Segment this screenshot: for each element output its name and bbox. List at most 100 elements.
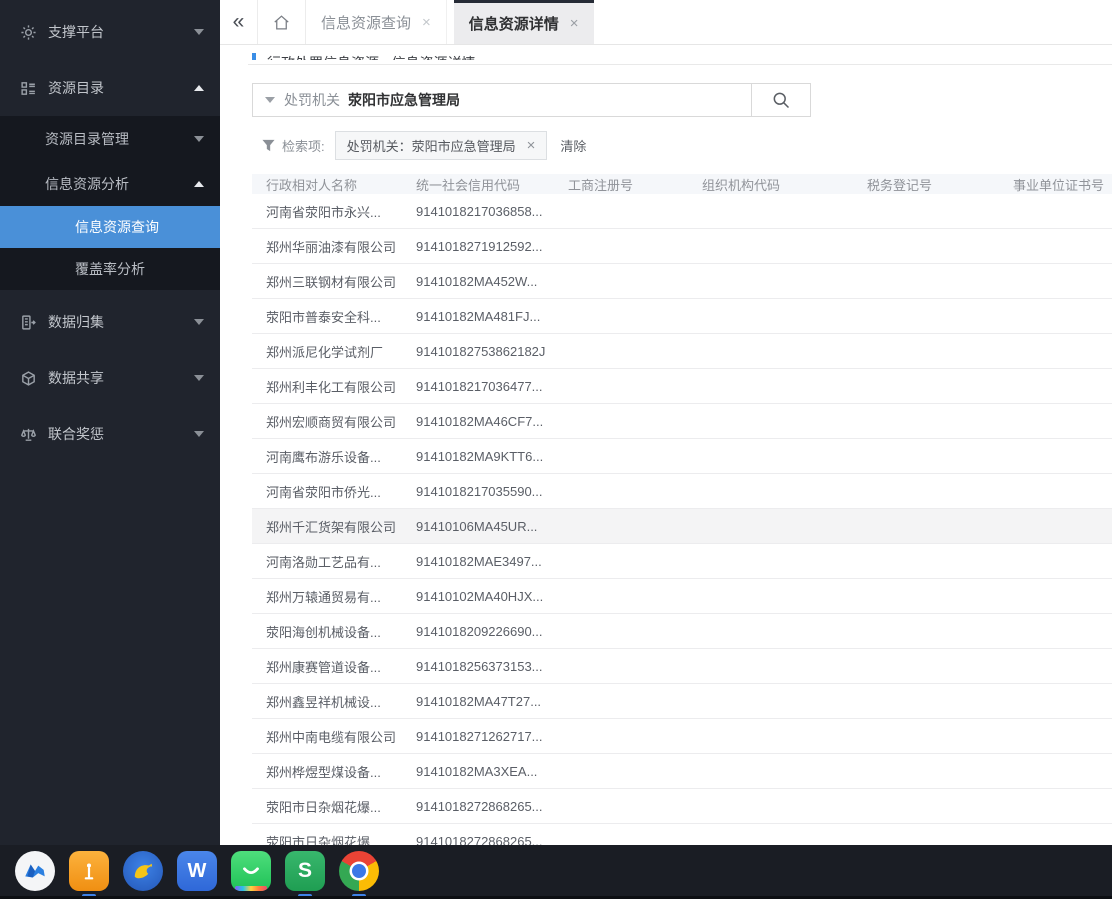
table-row[interactable]: 郑州康赛管道设备... 9141018256373153... bbox=[252, 649, 1112, 684]
table-row[interactable]: 郑州利丰化工有限公司 9141018217036477... bbox=[252, 369, 1112, 404]
scales-icon bbox=[20, 426, 37, 443]
catalog-icon bbox=[20, 80, 37, 97]
sidebar-submenu-catalog: 资源目录管理 信息资源分析 信息资源查询 覆盖率分析 bbox=[0, 116, 220, 290]
table-row[interactable]: 郑州中南电缆有限公司 9141018271262717... bbox=[252, 719, 1112, 754]
home-tab-button[interactable] bbox=[258, 0, 306, 44]
table-row[interactable]: 河南洛勋工艺品有... 91410182MAE3497... bbox=[252, 544, 1112, 579]
table-row[interactable]: 郑州三联钢材有限公司 91410182MA452W... bbox=[252, 264, 1112, 299]
sidebar-item-catalog[interactable]: 资源目录 bbox=[0, 60, 220, 116]
cell-code: 91410106MA45UR... bbox=[416, 518, 538, 534]
table-row[interactable]: 河南省荥阳市永兴... 9141018217036858... bbox=[252, 194, 1112, 229]
table-row[interactable]: 荥阳海创机械设备... 9141018209226690... bbox=[252, 614, 1112, 649]
sidebar-item-info-analysis[interactable]: 信息资源分析 bbox=[0, 161, 220, 206]
cell-code: 91410182MA46CF7... bbox=[416, 413, 544, 429]
data-share-icon bbox=[20, 370, 37, 387]
title-accent-bar bbox=[252, 53, 256, 60]
collapse-icon: « bbox=[232, 10, 245, 33]
s-app-icon[interactable]: S bbox=[285, 851, 325, 898]
cell-code: 91410182753862182J bbox=[416, 343, 546, 359]
cell-code: 91410182MAE3497... bbox=[416, 553, 542, 569]
cell-name: 郑州三联钢材有限公司 bbox=[266, 274, 397, 290]
cell-code: 91410182MA47T27... bbox=[416, 693, 542, 709]
table-row[interactable]: 河南省荥阳市侨光... 9141018217035590... bbox=[252, 474, 1112, 509]
main-panel: « 信息资源查询 × 信息资源详情 × 行政处罚信息资源 - 信息资源详情 bbox=[220, 0, 1112, 866]
cell-name: 郑州宏顺商贸有限公司 bbox=[266, 414, 397, 430]
table-row[interactable]: 郑州桦煜型煤设备... 91410182MA3XEA... bbox=[252, 754, 1112, 789]
tab-info-detail[interactable]: 信息资源详情 × bbox=[453, 0, 594, 44]
wps-writer-icon[interactable]: W bbox=[177, 851, 217, 891]
sidebar-item-platform[interactable]: 支撑平台 bbox=[0, 4, 220, 60]
table-row[interactable]: 郑州万辕通贸易有... 91410102MA40HJX... bbox=[252, 579, 1112, 614]
chevron-down-icon bbox=[194, 29, 204, 35]
browser-leopard-icon[interactable] bbox=[123, 851, 163, 891]
sidebar-item-label: 信息资源查询 bbox=[75, 219, 159, 235]
table-row[interactable]: 郑州鑫昱祥机械设... 91410182MA47T27... bbox=[252, 684, 1112, 719]
tab-bar: « 信息资源查询 × 信息资源详情 × bbox=[220, 0, 1112, 45]
sidebar-item-catalog-mgmt[interactable]: 资源目录管理 bbox=[0, 116, 220, 161]
table-row[interactable]: 荥阳市普泰安全科... 91410182MA481FJ... bbox=[252, 299, 1112, 334]
search-row: 处罚机关 荥阳市应急管理局 bbox=[252, 83, 1112, 117]
table-row[interactable]: 郑州宏顺商贸有限公司 91410182MA46CF7... bbox=[252, 404, 1112, 439]
table-row[interactable]: 郑州派尼化学试剂厂 91410182753862182J bbox=[252, 334, 1112, 369]
clipped-page-title: 行政处罚信息资源 - 信息资源详情 bbox=[252, 46, 1112, 60]
running-indicator bbox=[352, 894, 366, 898]
chevron-down-icon bbox=[194, 431, 204, 437]
store-rainbow-strip bbox=[235, 886, 267, 891]
sidebar-item-label: 支撑平台 bbox=[48, 24, 104, 40]
orange-app-icon[interactable] bbox=[69, 851, 109, 898]
running-indicator bbox=[298, 894, 312, 898]
cell-name: 郑州派尼化学试剂厂 bbox=[266, 344, 384, 360]
search-field-label: 处罚机关 bbox=[284, 92, 340, 108]
cell-code: 9141018217035590... bbox=[416, 483, 543, 499]
column-header: 组织机构代码 bbox=[702, 177, 781, 193]
taskbar-dock: W S bbox=[0, 845, 1112, 899]
launcher-icon[interactable] bbox=[15, 851, 55, 891]
sidebar-item-joint-reward[interactable]: 联合奖惩 bbox=[0, 406, 220, 462]
table-row[interactable]: 郑州华丽油漆有限公司 9141018271912592... bbox=[252, 229, 1112, 264]
search-icon bbox=[773, 92, 790, 109]
table-row[interactable]: 荥阳市日杂烟花爆... 9141018272868265... bbox=[252, 789, 1112, 824]
sidebar: 支撑平台 资源目录 资源目录管理 信息资源分析 信息资源查询 覆盖率分析 数据归… bbox=[0, 0, 220, 845]
chevron-down-icon bbox=[194, 319, 204, 325]
column-header: 工商注册号 bbox=[568, 177, 634, 193]
sidebar-item-data-share[interactable]: 数据共享 bbox=[0, 350, 220, 406]
sidebar-item-label: 覆盖率分析 bbox=[75, 261, 145, 277]
column-header: 行政相对人名称 bbox=[266, 177, 358, 193]
sidebar-item-info-query[interactable]: 信息资源查询 bbox=[0, 206, 220, 248]
cell-name: 郑州万辕通贸易有... bbox=[266, 589, 381, 605]
cell-code: 91410182MA9KTT6... bbox=[416, 448, 544, 464]
filter-icon bbox=[262, 139, 275, 152]
divider bbox=[248, 64, 1112, 65]
clear-filters-link[interactable]: 清除 bbox=[560, 136, 586, 155]
search-button[interactable] bbox=[751, 83, 811, 117]
cell-name: 河南省荥阳市永兴... bbox=[266, 204, 381, 220]
cell-name: 河南鹰布游乐设备... bbox=[266, 449, 381, 465]
tab-info-query[interactable]: 信息资源查询 × bbox=[306, 0, 447, 44]
cell-name: 郑州桦煜型煤设备... bbox=[266, 764, 381, 780]
sidebar-collapse-button[interactable]: « bbox=[220, 0, 258, 44]
cell-name: 郑州利丰化工有限公司 bbox=[266, 379, 397, 395]
chevron-up-icon bbox=[194, 180, 204, 187]
home-icon bbox=[274, 14, 289, 29]
chevron-down-icon bbox=[194, 135, 204, 142]
sidebar-item-label: 联合奖惩 bbox=[48, 426, 104, 442]
app-store-icon[interactable] bbox=[231, 851, 271, 891]
close-icon[interactable]: × bbox=[570, 15, 579, 32]
table-row[interactable]: 河南鹰布游乐设备... 91410182MA9KTT6... bbox=[252, 439, 1112, 474]
chrome-icon[interactable] bbox=[339, 851, 379, 898]
column-header: 事业单位证书号 bbox=[1013, 177, 1105, 193]
table-row-highlighted[interactable]: 郑州千汇货架有限公司 91410106MA45UR... bbox=[252, 509, 1112, 544]
column-header: 税务登记号 bbox=[867, 177, 933, 193]
close-icon[interactable]: × bbox=[422, 14, 431, 31]
sidebar-item-data-collect[interactable]: 数据归集 bbox=[0, 294, 220, 350]
chip-close-icon[interactable]: × bbox=[527, 137, 536, 154]
search-input[interactable]: 处罚机关 荥阳市应急管理局 bbox=[252, 83, 752, 117]
s-letter: S bbox=[297, 859, 312, 882]
sidebar-item-coverage[interactable]: 覆盖率分析 bbox=[0, 248, 220, 290]
sidebar-item-label: 资源目录 bbox=[48, 80, 104, 96]
cell-code: 91410182MA3XEA... bbox=[416, 763, 538, 779]
application-window: 支撑平台 资源目录 资源目录管理 信息资源分析 信息资源查询 覆盖率分析 数据归… bbox=[0, 0, 1112, 899]
cell-name: 郑州康赛管道设备... bbox=[266, 659, 381, 675]
filter-label: 检索项: bbox=[282, 139, 325, 154]
chevron-down-icon bbox=[194, 375, 204, 381]
